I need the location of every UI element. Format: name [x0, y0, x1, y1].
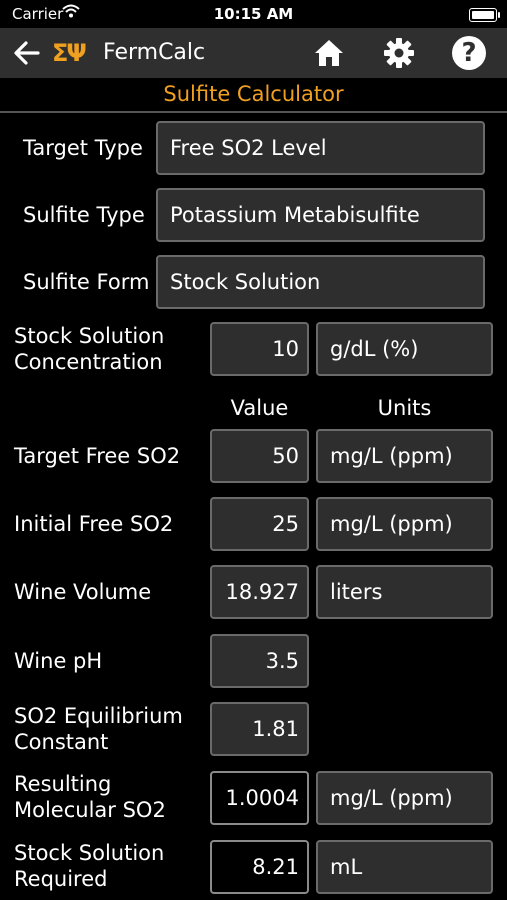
initial-free-so2-label: Initial Free SO2 — [14, 512, 174, 536]
app-logo: ΣΨ — [52, 39, 87, 67]
page-title: Sulfite Calculator — [0, 78, 507, 113]
clock: 10:15 AM — [213, 5, 294, 23]
equilibrium-constant-input[interactable]: 1.81 — [210, 702, 309, 756]
molecular-so2-result: 1.0004 — [210, 771, 309, 825]
target-type-select[interactable]: Free SO2 Level — [156, 121, 485, 175]
wine-ph-label: Wine pH — [14, 649, 103, 673]
stock-concentration-label-line1: Stock Solution — [14, 324, 165, 348]
stock-required-result: 8.21 — [210, 840, 309, 894]
home-icon[interactable] — [313, 37, 345, 69]
back-arrow-icon[interactable] — [12, 38, 42, 68]
units-column-header: Units — [377, 396, 432, 420]
equilibrium-constant-label-line1: SO2 Equilibrium — [14, 704, 183, 728]
sulfite-type-select[interactable]: Potassium Metabisulfite — [156, 188, 485, 242]
status-bar: Carrier 10:15 AM — [0, 0, 507, 28]
gear-icon[interactable] — [383, 37, 415, 69]
stock-concentration-input[interactable]: 10 — [210, 322, 309, 376]
equilibrium-constant-label-line2: Constant — [14, 730, 109, 754]
molecular-so2-unit-select[interactable]: mg/L (ppm) — [316, 771, 493, 825]
target-type-label: Target Type — [23, 136, 143, 160]
initial-free-so2-input[interactable]: 25 — [210, 497, 309, 551]
target-free-so2-unit-select[interactable]: mg/L (ppm) — [316, 429, 493, 483]
stock-concentration-label: Stock Solution Concentration — [14, 323, 164, 375]
stock-concentration-unit-select[interactable]: g/dL (%) — [316, 322, 493, 376]
target-free-so2-label: Target Free SO2 — [14, 444, 181, 468]
nav-bar: ΣΨ FermCalc ? — [0, 28, 507, 78]
value-column-header: Value — [230, 396, 289, 420]
wine-volume-label: Wine Volume — [14, 580, 152, 604]
app-title: FermCalc — [103, 40, 206, 65]
molecular-so2-label-line1: Resulting — [14, 772, 112, 796]
target-free-so2-input[interactable]: 50 — [210, 429, 309, 483]
equilibrium-constant-label: SO2 Equilibrium Constant — [14, 703, 183, 755]
stock-concentration-label-line2: Concentration — [14, 350, 163, 374]
initial-free-so2-unit-select[interactable]: mg/L (ppm) — [316, 497, 493, 551]
sulfite-form-label: Sulfite Form — [23, 270, 150, 294]
stock-required-label-line2: Required — [14, 867, 108, 891]
battery-icon — [469, 8, 500, 22]
stock-required-label-line1: Stock Solution — [14, 841, 165, 865]
wine-volume-input[interactable]: 18.927 — [210, 565, 309, 619]
sulfite-type-label: Sulfite Type — [23, 203, 145, 227]
stock-required-label: Stock Solution Required — [14, 840, 164, 892]
molecular-so2-label: Resulting Molecular SO2 — [14, 771, 166, 823]
stock-required-unit-select[interactable]: mL — [316, 840, 493, 894]
wine-ph-input[interactable]: 3.5 — [210, 634, 309, 688]
molecular-so2-label-line2: Molecular SO2 — [14, 798, 166, 822]
help-icon[interactable]: ? — [452, 36, 486, 70]
wine-volume-unit-select[interactable]: liters — [316, 565, 493, 619]
sulfite-form-select[interactable]: Stock Solution — [156, 255, 485, 309]
